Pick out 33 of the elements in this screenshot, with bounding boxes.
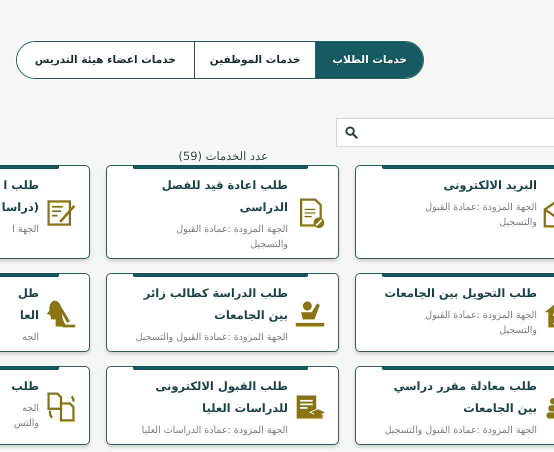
service-title: طلب القبول الالكترونى للدراسات العليا: [154, 378, 288, 417]
service-card[interactable]: طلب اعادة قيد للفصل الدراسى الجهة المزودة :عمادة القبول والتسجيل: [106, 165, 339, 259]
service-title: طلب الدراسة كطالب زائر بين الجامعات: [142, 285, 288, 324]
service-card[interactable]: طلب القبول الالكترونى للدراسات العليا الجهة المزودة :عمادة الدراسات العليا: [106, 366, 339, 445]
service-card[interactable]: طل العا الجه: [0, 273, 90, 352]
service-title: طلب معادلة مقرر دراسي بين الجامعات: [392, 378, 537, 417]
service-provider: الجهة ا: [11, 223, 39, 237]
service-provider: الجه والتس: [12, 402, 39, 431]
service-provider: الجه: [21, 331, 39, 345]
service-provider: الجهة المزودة :عمادة الدراسات العليا: [142, 424, 288, 438]
service-provider: الجهة المزودة :عمادة القبول والتسجيل: [425, 201, 537, 230]
service-provider: الجهة المزودة :عمادة القبول والتسجيل: [384, 424, 537, 438]
documents-arrows-icon: [45, 390, 77, 422]
service-card[interactable]: طلب ا (دراسا الجهة ا: [0, 165, 90, 259]
service-title: طلب ا (دراسا: [2, 177, 39, 216]
service-card[interactable]: طلب التحويل بين الجامعات الجهة المزودة :عمادة القبول والتسجيل: [355, 273, 554, 352]
service-provider: الجهة المزودة :عمادة القبول والتسجيل: [424, 309, 537, 338]
service-card[interactable]: طلب الدراسة كطالب زائر بين الجامعات الجهة المزودة :عمادة القبول والتسجيل: [106, 273, 339, 352]
service-title: طلب: [11, 378, 39, 395]
service-provider: الجهة المزودة :عمادة القبول والتسجيل: [175, 223, 288, 252]
search-field[interactable]: [336, 118, 554, 147]
services-count: عدد الخدمات (59): [178, 148, 268, 165]
search-icon: [345, 126, 358, 139]
service-title: طلب اعادة قيد للفصل الدراسى: [162, 177, 288, 216]
service-title: البريد الالكترونى: [442, 177, 537, 194]
scientist-microscope-icon: [45, 298, 77, 330]
service-provider: الجهة المزودة :عمادة القبول والتسجيل: [136, 331, 288, 345]
service-card[interactable]: البريد الالكترونى الجهة المزودة :عمادة القبول والتسجيل: [355, 165, 554, 259]
service-title: طلب التحويل بين الجامعات: [384, 285, 537, 302]
service-title: طل العا: [18, 285, 39, 324]
service-card[interactable]: طلب الجه والتس: [0, 366, 90, 445]
service-card[interactable]: طلب معادلة مقرر دراسي بين الجامعات الجهة المزودة :عمادة القبول والتسجيل: [355, 366, 554, 445]
tab[interactable]: خدمات الطلاب: [315, 42, 423, 78]
